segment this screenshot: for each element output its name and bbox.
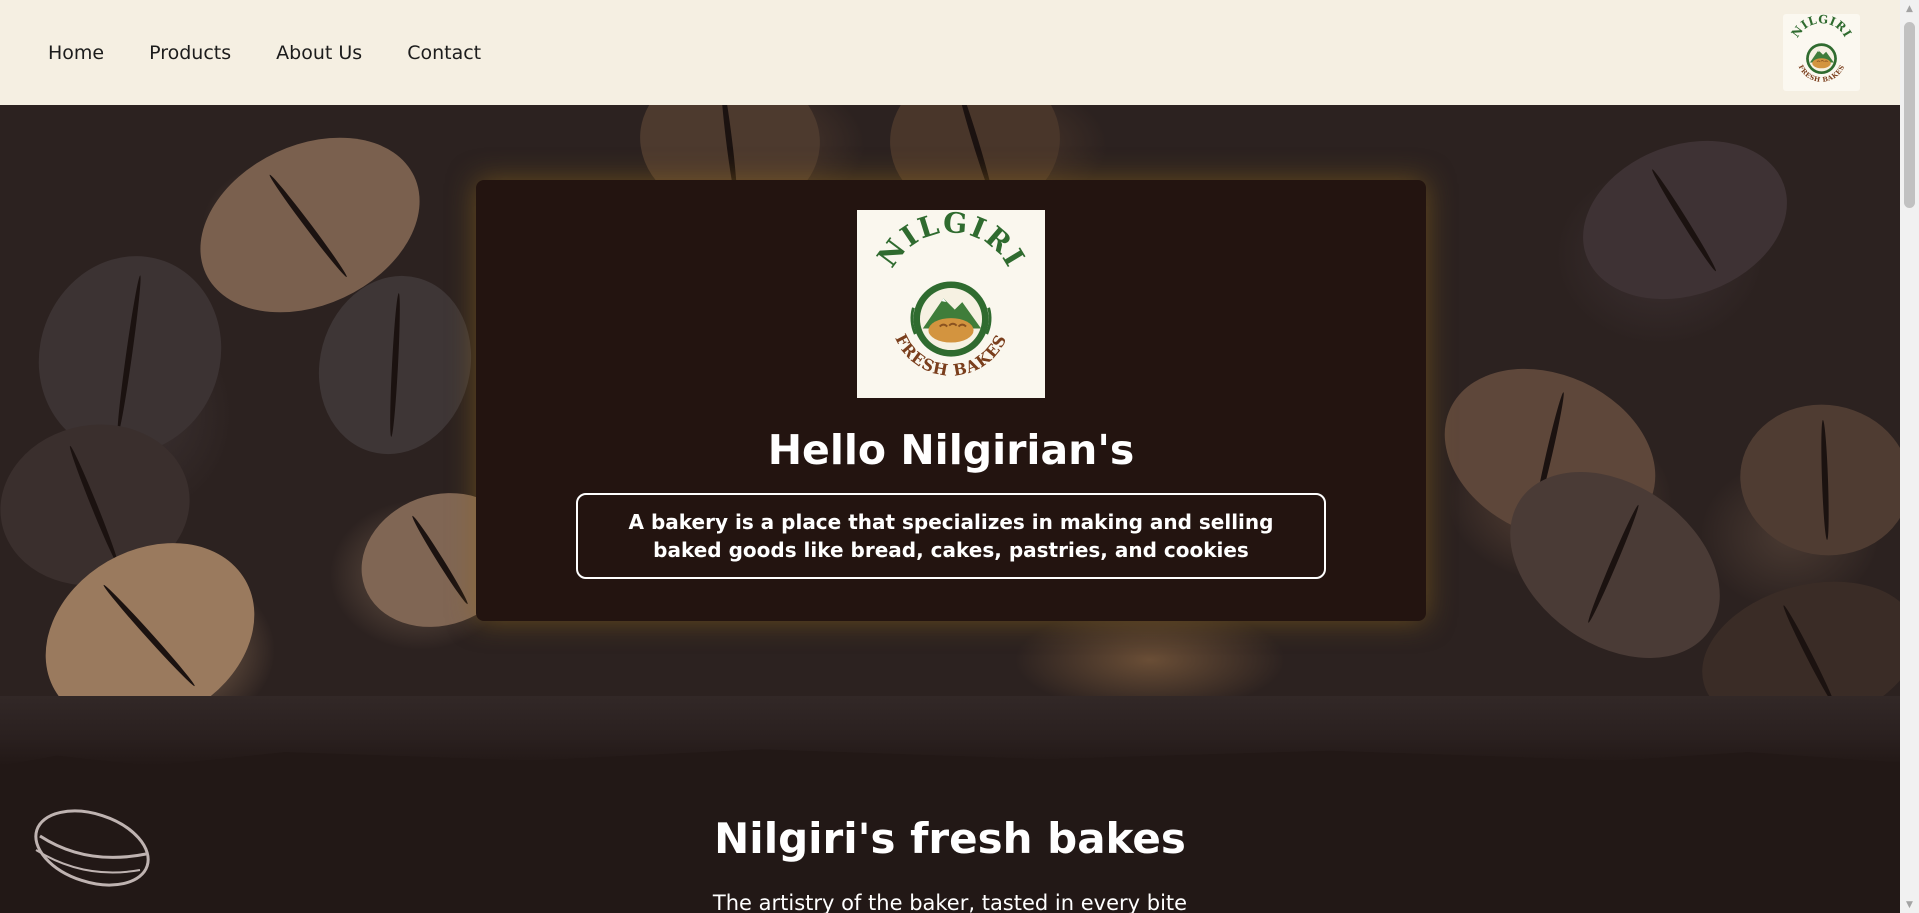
hero-card: NILGIRI FRESH BAKES Hello Nilgirian's A … (476, 180, 1426, 621)
svg-text:NILGIRI: NILGIRI (1788, 14, 1854, 40)
brush-stroke-texture (0, 696, 1900, 766)
header-logo[interactable]: NILGIRI FRESH BAKES (1783, 12, 1860, 91)
nilgiri-logo-icon: NILGIRI FRESH BAKES (1788, 12, 1854, 84)
scroll-up-arrow-icon[interactable]: ▲ (1900, 0, 1919, 17)
section-title: Nilgiri's fresh bakes (714, 814, 1186, 863)
hero-section: NILGIRI FRESH BAKES Hello Nilgirian's A … (0, 105, 1900, 696)
coffee-bean-image (1560, 113, 1810, 327)
site-header: Home Products About Us Contact NILGIRI F… (0, 0, 1900, 105)
section-tagline: The artistry of the baker, tasted in eve… (712, 891, 1188, 913)
svg-text:NILGIRI: NILGIRI (871, 210, 1032, 273)
hero-description: A bakery is a place that specializes in … (576, 493, 1326, 579)
coffee-bean-image (1728, 391, 1900, 569)
page-scrollbar[interactable]: ▲ ▼ (1900, 0, 1919, 913)
scrollbar-thumb[interactable] (1904, 22, 1915, 208)
nav-link-products[interactable]: Products (149, 42, 231, 64)
nav-link-home[interactable]: Home (48, 42, 104, 64)
hero-title: Hello Nilgirian's (767, 426, 1135, 474)
nilgiri-logo-icon: NILGIRI FRESH BAKES (871, 206, 1032, 380)
nav-link-about-us[interactable]: About Us (276, 42, 362, 64)
scroll-down-arrow-icon[interactable]: ▼ (1900, 896, 1919, 913)
nav-link-contact[interactable]: Contact (407, 42, 481, 64)
about-section: Nilgiri's fresh bakes The artistry of th… (0, 696, 1900, 913)
main-nav: Home Products About Us Contact (48, 42, 526, 64)
hero-logo: NILGIRI FRESH BAKES (857, 206, 1045, 398)
